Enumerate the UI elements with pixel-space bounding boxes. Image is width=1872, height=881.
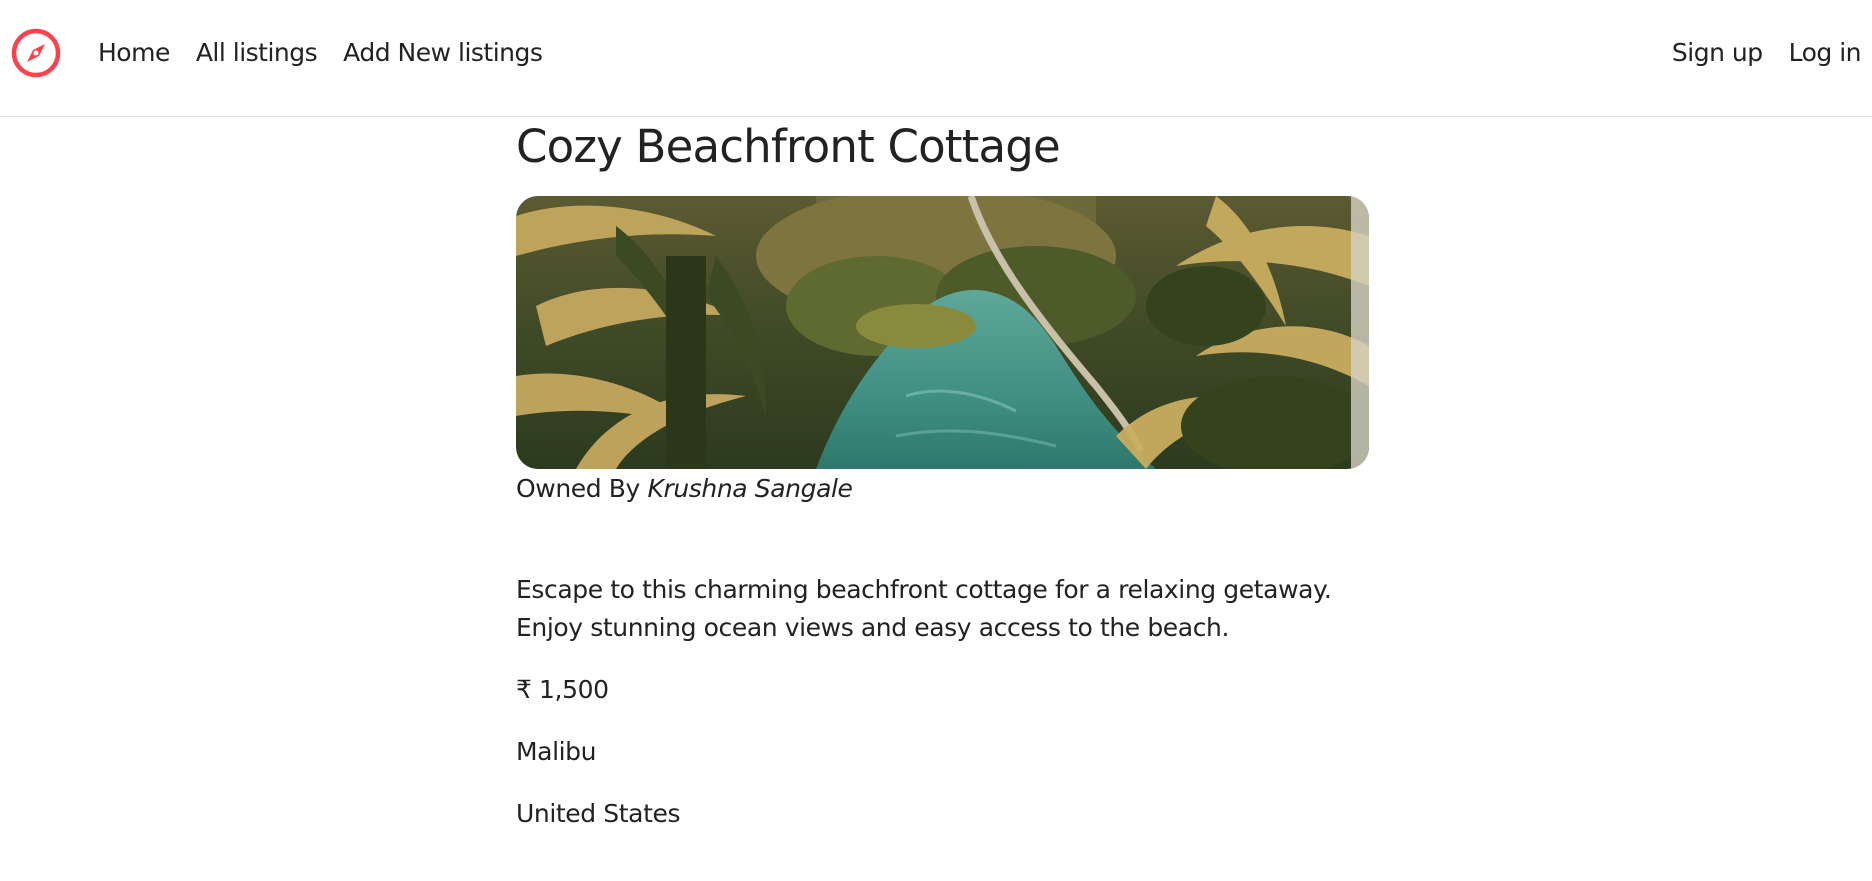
owner-prefix: Owned By bbox=[516, 474, 640, 503]
nav-login-link[interactable]: Log in bbox=[1789, 38, 1862, 67]
nav-left-links: Home All listings Add New listings bbox=[98, 38, 543, 67]
listing-title: Cozy Beachfront Cottage bbox=[516, 120, 1061, 173]
nav-right-links: Sign up Log in bbox=[1672, 38, 1862, 67]
navbar: Home All listings Add New listings Sign … bbox=[0, 0, 1872, 117]
nav-add-listing-link[interactable]: Add New listings bbox=[343, 38, 543, 67]
nav-all-listings-link[interactable]: All listings bbox=[196, 38, 318, 67]
listing-description: Escape to this charming beachfront cotta… bbox=[516, 575, 1332, 642]
nav-home-link[interactable]: Home bbox=[98, 38, 170, 67]
listing-price: ₹ 1,500 bbox=[516, 675, 609, 704]
listing-owner: Owned By Krushna Sangale bbox=[516, 473, 1376, 505]
owner-name: Krushna Sangale bbox=[647, 474, 853, 503]
listing-content: Cozy Beachfront Cottage Owned By Krushna… bbox=[516, 117, 1376, 833]
listing-country: United States bbox=[516, 799, 681, 828]
compass-icon[interactable] bbox=[10, 27, 62, 79]
nav-signup-link[interactable]: Sign up bbox=[1672, 38, 1763, 67]
listing-image bbox=[516, 196, 1369, 469]
listing-location: Malibu bbox=[516, 737, 597, 766]
